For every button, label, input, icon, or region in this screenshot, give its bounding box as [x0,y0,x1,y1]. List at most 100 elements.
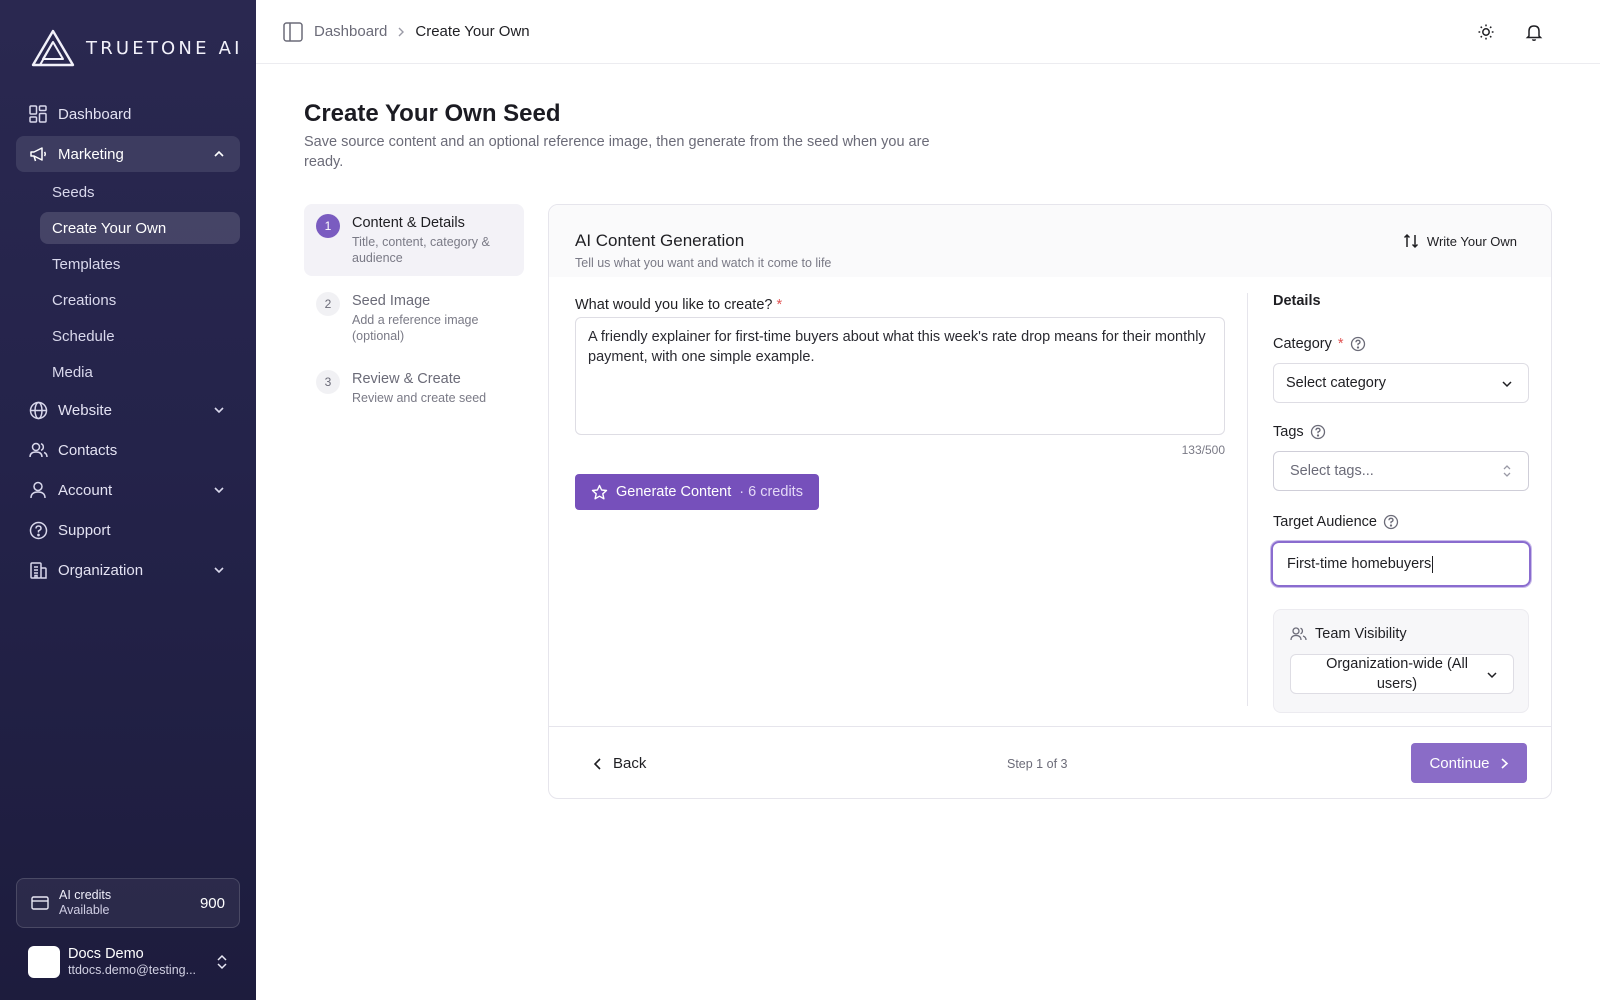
subnav-item-schedule[interactable]: Schedule [40,320,240,352]
help-icon[interactable] [1383,514,1399,530]
card-header: AI Content Generation Tell us what you w… [549,205,1551,277]
sidebar-item-dashboard[interactable]: Dashboard [16,96,240,132]
prompt-label-text: What would you like to create? [575,297,773,313]
continue-button[interactable]: Continue [1411,743,1527,783]
details-heading: Details [1273,293,1321,309]
write-your-own-button[interactable]: Write Your Own [1403,233,1517,249]
logo-icon [31,29,75,67]
sidebar-nav: Dashboard Marketing Seeds Create Your Ow… [16,96,240,592]
card-title: AI Content Generation [575,231,745,250]
sidebar-item-label: Support [58,521,111,539]
sidebar-item-contacts[interactable]: Contacts [16,432,240,468]
target-audience-label-text: Target Audience [1273,514,1377,530]
write-your-own-label: Write Your Own [1426,233,1517,249]
generate-label: Generate Content [616,484,732,500]
target-audience-input[interactable]: First-time homebuyers [1271,541,1531,587]
page-title: Create Your Own Seed [304,100,561,127]
breadcrumb-dashboard[interactable]: Dashboard [314,23,387,40]
category-select[interactable]: Select category [1273,363,1529,403]
step-title: Content & Details [352,215,465,231]
ai-credits-value: 900 [199,894,225,912]
category-label-text: Category [1273,336,1332,352]
sidebar-toggle-icon[interactable] [282,21,304,43]
sidebar-item-support[interactable]: Support [16,512,240,548]
required-marker: * [1337,336,1344,352]
breadcrumb-current: Create Your Own [415,23,530,40]
team-visibility-label: Team Visibility [1315,626,1407,642]
users-icon [1290,627,1307,641]
back-label: Back [613,755,647,772]
sidebar-item-account[interactable]: Account [16,472,240,508]
credit-card-icon [31,896,49,910]
breadcrumb: Dashboard Create Your Own [314,23,530,40]
top-bar: Dashboard Create Your Own [256,0,1600,64]
target-audience-value: First-time homebuyers [1287,556,1432,572]
step-review-create[interactable]: 3 Review & Create Review and create seed [304,360,524,417]
building-icon [28,560,48,580]
back-button[interactable]: Back [593,755,646,772]
step-seed-image[interactable]: 2 Seed Image Add a reference image (opti… [304,282,524,354]
team-visibility-header: Team Visibility [1290,626,1512,642]
chevron-down-icon [214,487,224,494]
chevron-left-icon [593,757,601,770]
sidebar-item-label: Organization [58,561,144,579]
sidebar-item-marketing[interactable]: Marketing [16,136,240,172]
step-content-details[interactable]: 1 Content & Details Title, content, cate… [304,204,524,276]
card-subtitle: Tell us what you want and watch it come … [575,256,832,270]
chevron-right-icon [1500,757,1508,769]
tags-label-text: Tags [1273,424,1304,440]
chevron-down-icon [1502,381,1512,388]
content-generation-card: AI Content Generation Tell us what you w… [548,204,1552,799]
brand-name: TRUETONE AI [86,37,243,59]
step-number: 2 [316,292,340,316]
page-subtitle: Save source content and an optional refe… [304,134,930,170]
help-icon [28,520,48,540]
details-panel: Details Category * Select category Tags … [1271,293,1531,713]
user-name: Docs Demo [68,946,144,962]
help-icon[interactable] [1310,424,1326,440]
generate-credits: · 6 credits [739,484,803,500]
bell-icon[interactable] [1524,22,1544,42]
chevron-up-icon [214,150,224,157]
team-visibility-panel: Team Visibility Organization-wide (All u… [1273,609,1529,713]
brand-logo[interactable]: TRUETONE AI [30,28,243,68]
target-audience-label: Target Audience [1273,513,1529,531]
tags-select[interactable]: Select tags... [1273,451,1529,491]
step-number: 1 [316,214,340,238]
chevron-down-icon [214,567,224,574]
generate-content-button[interactable]: Generate Content · 6 credits [575,474,819,510]
step-description: Review and create seed [352,391,487,405]
team-visibility-select[interactable]: Organization-wide (All users) [1290,654,1514,694]
sun-icon[interactable] [1476,22,1496,42]
sidebar-item-organization[interactable]: Organization [16,552,240,588]
sidebar-item-website[interactable]: Website [16,392,240,428]
subnav-item-seeds[interactable]: Seeds [40,176,240,208]
team-visibility-value: Organization-wide (All users) [1326,656,1468,692]
character-counter: 133/500 [1181,443,1225,457]
wizard-steps: 1 Content & Details Title, content, cate… [304,204,524,423]
chevron-down-icon [1487,672,1497,679]
avatar [28,946,60,978]
step-description: Add a reference image (optional) [352,313,479,343]
step-description: Title, content, category & audience [352,235,490,265]
user-menu[interactable]: Docs Demo ttdocs.demo@testing... [16,940,240,984]
subnav-item-create-your-own[interactable]: Create Your Own [40,212,240,244]
text-caret [1432,555,1434,573]
step-title: Review & Create [352,371,461,387]
tags-placeholder: Select tags... [1290,463,1374,479]
subnav-item-creations[interactable]: Creations [40,284,240,316]
user-icon [28,480,48,500]
ai-credits-card[interactable]: AI credits Available 900 [16,878,240,928]
prompt-textarea[interactable]: A friendly explainer for first-time buye… [575,317,1225,435]
ai-credits-sub: Available [59,903,110,917]
help-icon[interactable] [1350,336,1366,352]
subnav-item-templates[interactable]: Templates [40,248,240,280]
step-title: Seed Image [352,293,431,309]
megaphone-icon [28,144,48,164]
users-icon [28,440,48,460]
required-marker: * [776,297,783,313]
subnav-item-media[interactable]: Media [40,356,240,388]
tags-label: Tags [1273,423,1529,441]
chevron-down-icon [214,407,224,414]
swap-icon [1403,233,1418,249]
